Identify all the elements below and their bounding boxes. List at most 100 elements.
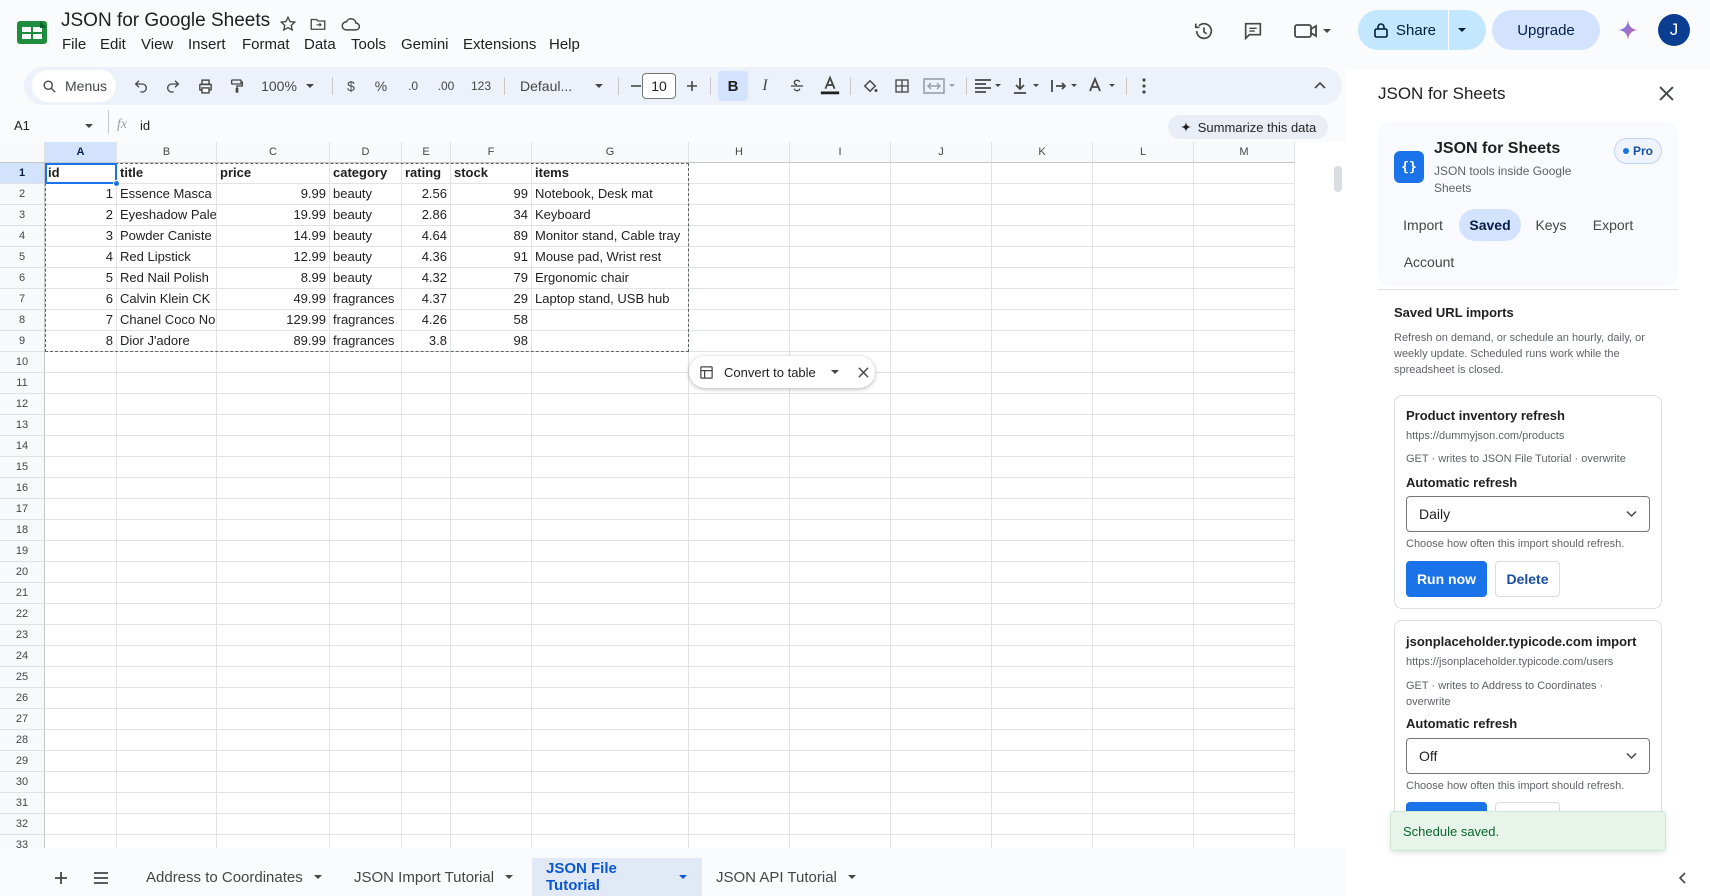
grid-cell[interactable] — [1194, 604, 1295, 625]
grid-cell[interactable] — [330, 373, 402, 394]
grid-cell[interactable]: 5 — [45, 268, 117, 289]
grid-cell[interactable] — [117, 520, 217, 541]
grid-cell[interactable] — [117, 772, 217, 793]
grid-cell[interactable] — [532, 583, 689, 604]
grid-cell[interactable] — [689, 688, 790, 709]
grid-cell[interactable] — [117, 604, 217, 625]
text-wrap-icon[interactable] — [1048, 67, 1082, 105]
grid-cell[interactable]: beauty — [330, 184, 402, 205]
header-cell[interactable]: title — [117, 163, 217, 184]
grid-cell[interactable] — [891, 583, 992, 604]
grid-cell[interactable] — [45, 730, 117, 751]
grid-cell[interactable] — [451, 373, 532, 394]
grid-cell[interactable] — [992, 667, 1093, 688]
grid-cell[interactable] — [330, 625, 402, 646]
menu-extensions[interactable]: Extensions — [463, 36, 536, 53]
grid-cell[interactable] — [790, 289, 891, 310]
grid-cell[interactable] — [451, 688, 532, 709]
grid-cell[interactable] — [117, 625, 217, 646]
grid-cell[interactable]: 129.99 — [217, 310, 330, 331]
grid-cell[interactable] — [402, 751, 451, 772]
grid-cell[interactable] — [1093, 499, 1194, 520]
grid-cell[interactable] — [891, 415, 992, 436]
grid-cell[interactable] — [1093, 226, 1194, 247]
grid-cell[interactable] — [1194, 184, 1295, 205]
grid-cell[interactable] — [217, 457, 330, 478]
grid-cell[interactable] — [891, 478, 992, 499]
grid-cell[interactable] — [790, 436, 891, 457]
all-sheets-icon[interactable] — [92, 869, 110, 887]
grid-cell[interactable] — [891, 835, 992, 848]
grid-cell[interactable] — [1194, 226, 1295, 247]
grid-cell[interactable] — [117, 436, 217, 457]
row-header[interactable]: 33 — [0, 835, 45, 848]
grid-cell[interactable] — [992, 352, 1093, 373]
grid-cell[interactable] — [1194, 730, 1295, 751]
row-header[interactable]: 21 — [0, 583, 45, 604]
grid-cell[interactable] — [689, 709, 790, 730]
grid-cell[interactable] — [45, 604, 117, 625]
row-header[interactable]: 31 — [0, 793, 45, 814]
share-button[interactable]: Share — [1358, 10, 1486, 50]
grid-cell[interactable] — [451, 625, 532, 646]
grid-cell[interactable] — [790, 205, 891, 226]
row-header[interactable]: 23 — [0, 625, 45, 646]
select-all-corner[interactable] — [0, 142, 45, 163]
grid-cell[interactable] — [689, 163, 790, 184]
grid-cell[interactable] — [790, 541, 891, 562]
grid-cell[interactable] — [117, 709, 217, 730]
grid-cell[interactable] — [402, 793, 451, 814]
grid-cell[interactable] — [45, 436, 117, 457]
grid-cell[interactable] — [790, 688, 891, 709]
grid-cell[interactable] — [1093, 478, 1194, 499]
grid-cell[interactable]: 29 — [451, 289, 532, 310]
menu-tools[interactable]: Tools — [351, 36, 386, 53]
row-header[interactable]: 11 — [0, 373, 45, 394]
grid-cell[interactable] — [1194, 331, 1295, 352]
grid-cell[interactable]: fragrances — [330, 289, 402, 310]
grid-cell[interactable] — [1093, 793, 1194, 814]
grid-cell[interactable] — [992, 625, 1093, 646]
grid-cell[interactable] — [689, 793, 790, 814]
grid-cell[interactable] — [1194, 394, 1295, 415]
version-history-icon[interactable] — [1186, 13, 1222, 49]
grid-cell[interactable] — [402, 478, 451, 499]
grid-cell[interactable] — [117, 457, 217, 478]
row-header[interactable]: 28 — [0, 730, 45, 751]
grid-cell[interactable] — [330, 415, 402, 436]
grid-cell[interactable]: Ergonomic chair — [532, 268, 689, 289]
grid-cell[interactable] — [992, 226, 1093, 247]
grid-cell[interactable]: fragrances — [330, 331, 402, 352]
grid-cell[interactable] — [217, 730, 330, 751]
grid-cell[interactable]: 2 — [45, 205, 117, 226]
grid-cell[interactable] — [117, 814, 217, 835]
grid-cell[interactable] — [451, 730, 532, 751]
grid-cell[interactable] — [790, 184, 891, 205]
name-box[interactable]: A1 — [14, 118, 30, 133]
grid-cell[interactable] — [1093, 184, 1194, 205]
grid-cell[interactable] — [790, 751, 891, 772]
grid-cell[interactable] — [689, 730, 790, 751]
grid-cell[interactable] — [1093, 667, 1194, 688]
grid-cell[interactable] — [451, 667, 532, 688]
grid-cell[interactable] — [891, 772, 992, 793]
grid-cell[interactable]: 8 — [45, 331, 117, 352]
grid-cell[interactable] — [992, 541, 1093, 562]
header-cell[interactable]: stock — [451, 163, 532, 184]
tab-export[interactable]: Export — [1584, 209, 1642, 241]
grid-cell[interactable] — [45, 667, 117, 688]
grid-cell[interactable]: Calvin Klein CK — [117, 289, 217, 310]
grid-cell[interactable]: Red Lipstick — [117, 247, 217, 268]
grid-cell[interactable] — [1093, 583, 1194, 604]
grid-cell[interactable] — [790, 793, 891, 814]
grid-cell[interactable] — [117, 394, 217, 415]
header-cell[interactable]: price — [217, 163, 330, 184]
grid-cell[interactable] — [532, 814, 689, 835]
percent-button[interactable]: % — [370, 67, 392, 105]
grid-cell[interactable] — [1093, 247, 1194, 268]
grid-cell[interactable] — [451, 793, 532, 814]
grid-cell[interactable] — [532, 730, 689, 751]
grid-cell[interactable] — [330, 751, 402, 772]
column-header[interactable]: K — [992, 142, 1093, 163]
row-header[interactable]: 25 — [0, 667, 45, 688]
